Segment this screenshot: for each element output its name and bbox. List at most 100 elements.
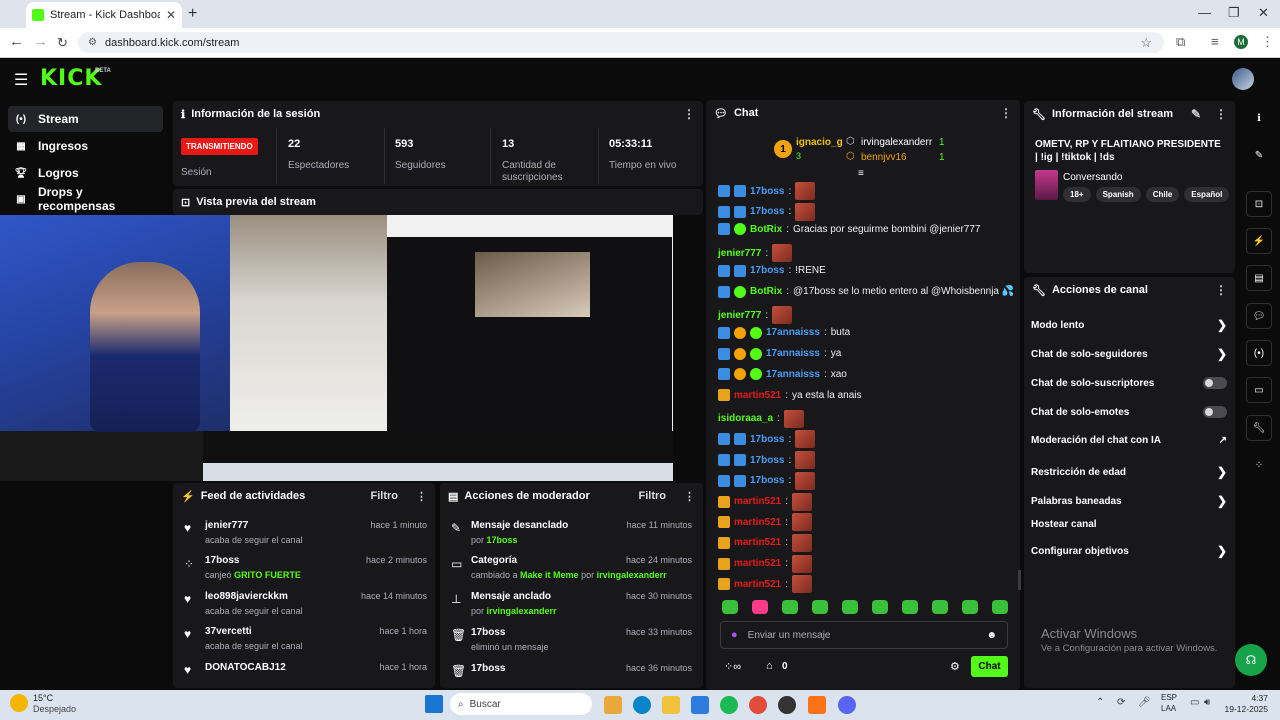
bookmark-star-icon[interactable]: ☆	[1140, 35, 1152, 51]
chat-username[interactable]: 17boss	[750, 434, 784, 445]
chat-settings-icon[interactable]: ⚙	[950, 660, 960, 673]
chat-username[interactable]: martin521	[734, 537, 781, 548]
action-age-restriction[interactable]: Restricción de edad ❯	[1031, 465, 1227, 479]
chat-username[interactable]: 17annaisss	[766, 369, 820, 380]
more-options-icon[interactable]: ⋮	[1000, 106, 1012, 120]
more-options-icon[interactable]: ⋮	[1215, 283, 1227, 297]
emote-icon[interactable]	[842, 600, 858, 614]
chat-username[interactable]: martin521	[734, 517, 781, 528]
chat-username[interactable]: 17boss	[750, 206, 784, 217]
copilot-icon[interactable]	[604, 696, 622, 714]
mod-filter-button[interactable]: Filtro	[639, 490, 667, 502]
emote-icon[interactable]	[782, 600, 798, 614]
points-icon[interactable]: ⁘∞	[724, 660, 741, 673]
emote-icon[interactable]	[962, 600, 978, 614]
category-name[interactable]: Make it Meme	[520, 570, 579, 580]
emote-icon[interactable]	[932, 600, 948, 614]
edit-icon[interactable]: ✎	[1191, 107, 1201, 121]
feed-filter-button[interactable]: Filtro	[371, 490, 399, 502]
chat-username[interactable]: BotRix	[750, 224, 782, 235]
chat-username[interactable]: martin521	[734, 579, 781, 590]
url-field[interactable]: ⚙ dashboard.kick.com/stream ☆	[78, 32, 1164, 53]
emote-icon[interactable]	[872, 600, 888, 614]
chat-username[interactable]: 17boss	[750, 186, 784, 197]
maximize-icon[interactable]: ❐	[1228, 5, 1240, 21]
send-chat-button[interactable]: Chat	[971, 656, 1008, 677]
emote-icon[interactable]	[902, 600, 918, 614]
mod-user[interactable]: 17boss	[487, 535, 518, 545]
tag[interactable]: Español	[1184, 187, 1230, 202]
more-options-icon[interactable]: ⋮	[684, 490, 695, 503]
chat-username[interactable]: BotRix	[750, 286, 782, 297]
chat-username[interactable]: jenier777	[718, 248, 761, 259]
user-avatar[interactable]	[1232, 68, 1254, 90]
forward-icon[interactable]: →	[33, 33, 48, 50]
emotes-only-toggle[interactable]	[1203, 406, 1227, 418]
app-icon[interactable]	[808, 696, 826, 714]
store-icon[interactable]: ⌂	[766, 660, 773, 672]
extensions-icon[interactable]: ⧉	[1176, 34, 1185, 50]
weather-icon[interactable]	[10, 694, 28, 712]
action-followers-only[interactable]: Chat de solo-seguidores ❯	[1031, 347, 1227, 361]
sidebar-item-stream[interactable]: (•) Stream	[8, 106, 163, 132]
tag[interactable]: 18+	[1063, 187, 1091, 202]
emoji-icon[interactable]: ☻	[986, 630, 997, 641]
chat-username[interactable]: isidoraaa_a	[718, 413, 773, 424]
media-icon[interactable]: ≡	[1211, 34, 1219, 49]
more-options-icon[interactable]: ⋮	[1215, 107, 1227, 121]
chrome-icon[interactable]	[749, 696, 767, 714]
mod-user[interactable]: irvingalexanderr	[487, 606, 557, 616]
stream-info-toggle-icon[interactable]: ▭	[1246, 377, 1272, 403]
reload-icon[interactable]: ↻	[57, 35, 68, 51]
channel-actions-toggle-icon[interactable]: 🔧︎	[1246, 415, 1272, 441]
discord-icon[interactable]	[838, 696, 856, 714]
support-chat-icon[interactable]: ☊	[1235, 644, 1267, 676]
chat-username[interactable]: 17boss	[750, 455, 784, 466]
activity-toggle-icon[interactable]: ⚡	[1246, 228, 1272, 254]
chat-username[interactable]: 17annaisss	[766, 327, 820, 338]
mic-tray-icon[interactable]: 🎤︎	[1138, 697, 1151, 708]
profile-avatar[interactable]: M	[1234, 35, 1248, 49]
info-icon[interactable]: ℹ	[1246, 105, 1272, 131]
category-thumbnail[interactable]	[1035, 170, 1058, 200]
close-tab-icon[interactable]: ✕	[166, 8, 176, 22]
top-gifter-name[interactable]: ignacio_g	[796, 137, 843, 148]
sidebar-item-drops[interactable]: ▣ Drops y recompensas	[8, 185, 163, 213]
more-options-icon[interactable]: ⋮	[683, 107, 695, 121]
clock-time[interactable]: 4:37	[1242, 693, 1268, 703]
browser-menu-icon[interactable]: ⋮	[1261, 34, 1274, 50]
chat-username[interactable]: martin521	[734, 390, 781, 401]
browser-tab[interactable]: Stream - Kick Dashboard ✕	[26, 2, 182, 28]
preview-toggle-icon[interactable]: ⊡	[1246, 191, 1272, 217]
action-ai-moderation[interactable]: Moderación del chat con IA ↗	[1031, 435, 1227, 446]
mod-user[interactable]: irvingalexanderr	[597, 570, 667, 580]
chat-username[interactable]: martin521	[734, 558, 781, 569]
file-explorer-icon[interactable]	[662, 696, 680, 714]
action-slow-mode[interactable]: Modo lento ❯	[1031, 318, 1227, 332]
start-icon[interactable]	[425, 695, 443, 713]
volume-icon[interactable]: 🔊︎	[1204, 697, 1210, 708]
chat-scrollbar[interactable]	[1018, 570, 1021, 590]
store-app-icon[interactable]	[691, 696, 709, 714]
network-icon[interactable]: ▭	[1190, 697, 1199, 708]
site-info-icon[interactable]: ⚙	[88, 37, 97, 48]
spotify-icon[interactable]	[720, 696, 738, 714]
menu-icon[interactable]: ☰	[14, 70, 28, 90]
more-options-icon[interactable]: ⋮	[416, 490, 427, 503]
clock-date[interactable]: 19-12-2025	[1222, 704, 1268, 714]
expand-icon[interactable]: ≡	[858, 168, 864, 179]
window-close-icon[interactable]: ✕	[1258, 5, 1269, 21]
taskbar-search[interactable]: ⌕ Buscar	[450, 693, 592, 715]
edit-icon[interactable]: ✎	[1246, 142, 1272, 168]
chat-username[interactable]: 17annaisss	[766, 348, 820, 359]
input-layout[interactable]: LAA	[1161, 704, 1176, 713]
tag[interactable]: Chile	[1145, 187, 1180, 202]
chat-input[interactable]: ● Enviar un mensaje ☻	[720, 621, 1008, 649]
tray-chevron-icon[interactable]: ⌃	[1096, 697, 1104, 708]
action-host-channel[interactable]: Hostear canal	[1031, 519, 1227, 530]
chat-username[interactable]: 17boss	[750, 475, 784, 486]
action-banned-words[interactable]: Palabras baneadas ❯	[1031, 494, 1227, 508]
tray-app-icon[interactable]: ⟳	[1117, 697, 1125, 708]
tag[interactable]: Spanish	[1095, 187, 1141, 202]
emote-icon[interactable]	[992, 600, 1008, 614]
